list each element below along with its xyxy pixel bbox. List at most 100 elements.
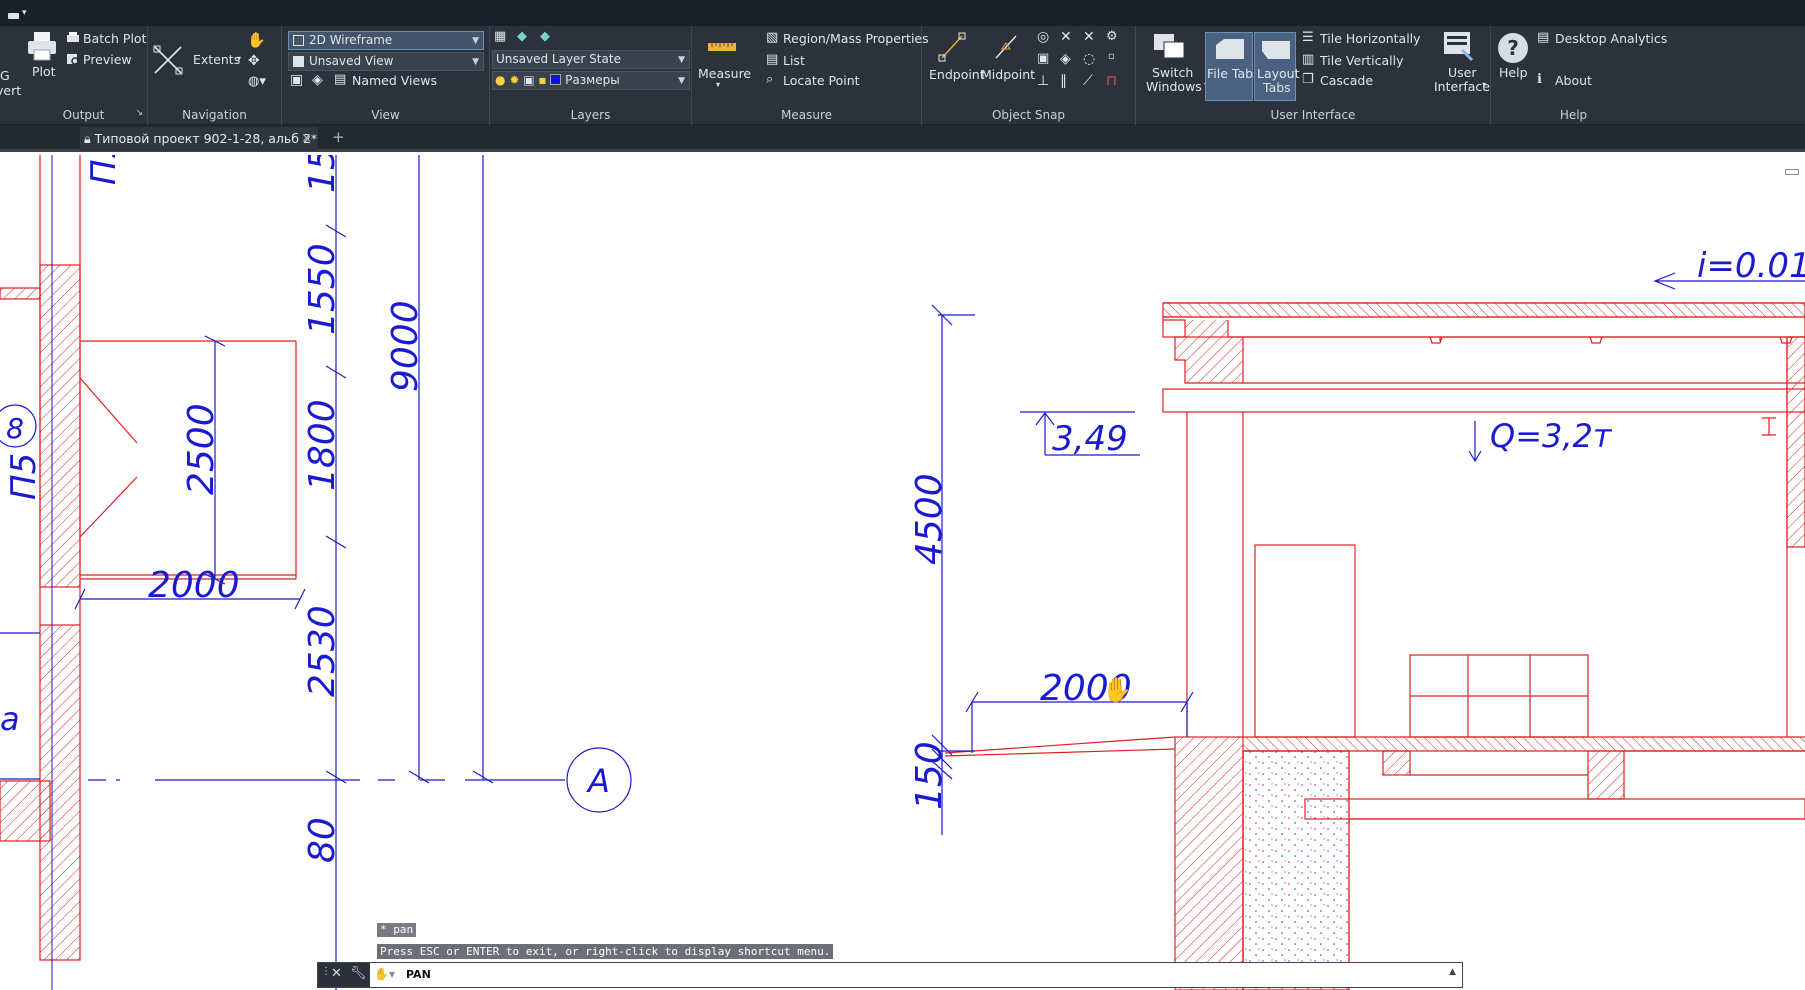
batch-plot-button[interactable]: Batch Plot — [66, 30, 146, 48]
ruler-icon — [708, 43, 736, 51]
apparent-intersection-icon[interactable]: ✕ — [1083, 29, 1095, 45]
center-snap-icon[interactable]: ◎ — [1037, 29, 1049, 45]
command-line[interactable]: ⋮ ✕ 🔧︎ ✋▾ PAN ▲ — [317, 962, 1463, 988]
tile-vertically-button[interactable]: ▥ Tile Vertically — [1302, 52, 1422, 70]
endpoint-label: Endpoint — [929, 67, 985, 82]
cube-icon[interactable]: ▣ — [290, 72, 303, 88]
steering-wheel-icon[interactable]: ◍▾ — [248, 74, 266, 89]
midpoint-snap-button[interactable]: Midpoint — [978, 30, 1035, 94]
measure-label: Measure — [698, 66, 752, 81]
close-icon[interactable]: ✕ — [331, 966, 342, 981]
layer-dropdown[interactable]: ● ✹ ▣ ▪ Размеры ▼ — [492, 71, 690, 90]
perpendicular-snap-icon[interactable]: ⊥ — [1037, 73, 1049, 89]
locate-point-icon: ⌕ — [766, 72, 774, 87]
named-views-button[interactable]: ▤ Named Views — [334, 72, 444, 90]
named-views-label: Named Views — [352, 73, 437, 88]
layout-tabs-toggle[interactable]: Layout Tabs — [1254, 32, 1300, 101]
ribbon-panel-convert: G vert — [0, 26, 21, 125]
parallel-snap-icon[interactable]: ∥ — [1060, 73, 1067, 89]
command-line-controls: ⋮ ✕ 🔧︎ — [318, 963, 370, 987]
snap-settings-icon[interactable]: ⚙ — [1106, 29, 1118, 44]
layer-state-dropdown[interactable]: Unsaved Layer State ▼ — [492, 50, 690, 69]
current-layer-value: Размеры — [565, 73, 620, 87]
drawing-svg: П1 П5 8 А a 1520 1550 1800 2530 80 9000 … — [0, 155, 1805, 990]
wrench-icon[interactable]: 🔧︎ — [350, 966, 367, 981]
plot-button[interactable]: Plot — [24, 30, 60, 92]
cascade-label: Cascade — [1320, 73, 1374, 88]
measure-panel-title: Measure — [781, 108, 832, 122]
quadrant-snap-icon[interactable]: ◈ — [1060, 51, 1071, 67]
batch-plot-icon — [67, 32, 79, 42]
region-mass-properties-button[interactable]: ▧ Region/Mass Properties — [766, 30, 929, 48]
dim-9000: 9000 — [385, 300, 426, 392]
dialog-launcher-icon[interactable]: ↘ — [135, 108, 143, 118]
label-slope: i=0.010 — [1697, 246, 1805, 286]
help-button[interactable]: ? Help — [1493, 30, 1533, 96]
output-panel-title[interactable]: Output ↘ — [20, 108, 147, 122]
tile-horizontally-button[interactable]: ☰ Tile Horizontally — [1302, 30, 1422, 48]
visual-style-value: 2D Wireframe — [309, 33, 393, 47]
extents-label: Extents — [193, 52, 241, 67]
chevron-down-icon: ▾ — [1482, 80, 1487, 89]
layers-panel-title: Layers — [570, 108, 611, 122]
ribbon-panel-object-snap: Endpoint Midpoint ◎ ✕ ✕ ⚙ ▣ ◈ ◌ ▫ ⊥ ∥ ⟋ … — [922, 26, 1136, 125]
ribbon: G vert Plot Batch Plot Preview Output — [0, 26, 1805, 125]
insert-snap-icon[interactable]: ▣ — [1037, 51, 1049, 66]
intersection-snap-icon[interactable]: ✕ — [1060, 29, 1072, 45]
tile-vertically-icon: ▥ — [1302, 52, 1315, 67]
locate-point-label: Locate Point — [783, 73, 860, 88]
desktop-analytics-button[interactable]: ▤ Desktop Analytics — [1537, 30, 1667, 48]
layout-tabs-label-2: Tabs — [1263, 80, 1291, 95]
ribbon-panel-help: ? Help ▤ Desktop Analytics ℹ About Help — [1491, 26, 1667, 125]
dim-1550: 1550 — [302, 243, 343, 335]
new-tab-button[interactable]: + — [332, 128, 345, 146]
dim-1520: 1520 — [302, 155, 343, 193]
user-interface-panel-title: User Interface — [1270, 108, 1356, 122]
preview-button[interactable]: Preview — [66, 51, 146, 69]
pan-icon[interactable]: ✋ — [247, 31, 266, 49]
tangent-snap-icon[interactable]: ◌ — [1083, 51, 1095, 67]
layer-match-icon[interactable]: ◆ — [517, 29, 527, 44]
layer-properties-icon[interactable]: ▦ — [494, 29, 506, 44]
zoom-extents-button[interactable]: Extents ▾ — [152, 44, 244, 78]
ribbon-panel-navigation: Extents ▾ ✋ ✥ ◍▾ Navigation — [148, 26, 282, 125]
node-snap-icon[interactable]: ▫ — [1108, 51, 1115, 62]
command-history-toggle-icon[interactable]: ▲ — [1449, 967, 1456, 977]
dim-2530: 2530 — [302, 605, 343, 697]
locate-point-button[interactable]: ⌕ Locate Point — [766, 72, 876, 90]
snap-toggle-icon[interactable]: ⊓ — [1106, 73, 1117, 89]
user-interface-label-1: User — [1448, 65, 1477, 80]
user-interface-button[interactable]: User Interface ▾ — [1428, 30, 1490, 96]
switch-windows-icon — [1154, 34, 1185, 59]
help-label: Help — [1499, 65, 1528, 80]
chevron-down-icon: ▼ — [472, 36, 479, 46]
drawing-canvas[interactable]: П1 П5 8 А a 1520 1550 1800 2530 80 9000 … — [0, 155, 1805, 990]
switch-windows-label-2: Windows — [1146, 79, 1202, 94]
ribbon-panel-output: Plot Batch Plot Preview Output ↘ — [20, 26, 148, 125]
dim-150: 150 — [909, 741, 950, 810]
cascade-button[interactable]: ❐ Cascade — [1302, 72, 1402, 90]
extension-snap-icon[interactable]: ⟋ — [1083, 73, 1093, 89]
grip-icon[interactable]: ⋮ — [321, 966, 331, 977]
view-cube-icon[interactable]: ◈ — [312, 72, 323, 88]
chevron-down-icon: ▾ — [22, 8, 27, 18]
orbit-icon[interactable]: ✥ — [248, 53, 260, 69]
file-tab-active[interactable]: 🔒︎ Типовой проект 902-1-28, альб 2* × — [80, 127, 318, 151]
command-input[interactable]: PAN — [406, 968, 431, 981]
dim-2000-left: 2000 — [148, 565, 240, 606]
file-tabs-toggle[interactable]: File Tabs — [1205, 32, 1260, 101]
endpoint-snap-button[interactable]: Endpoint — [926, 30, 985, 94]
layer-previous-icon[interactable]: ◆ — [540, 29, 550, 44]
label-axis-a: А — [586, 762, 610, 800]
list-button[interactable]: ▤ List — [766, 52, 846, 70]
close-icon[interactable]: × — [301, 127, 312, 151]
chevron-down-icon: ▾ — [716, 80, 721, 89]
application-menu-button[interactable]: ▾ — [4, 6, 34, 22]
measure-button[interactable]: Measure ▾ — [696, 32, 751, 94]
visual-style-dropdown[interactable]: 2D Wireframe ▼ — [288, 31, 484, 50]
layer-state-value: Unsaved Layer State — [496, 52, 621, 66]
switch-windows-button[interactable]: Switch Windows ▾ — [1142, 30, 1208, 96]
about-button[interactable]: ℹ About — [1537, 72, 1617, 90]
label-crane-load: Q=3,2т — [1490, 417, 1613, 455]
named-view-dropdown[interactable]: Unsaved View ▼ — [288, 52, 484, 71]
